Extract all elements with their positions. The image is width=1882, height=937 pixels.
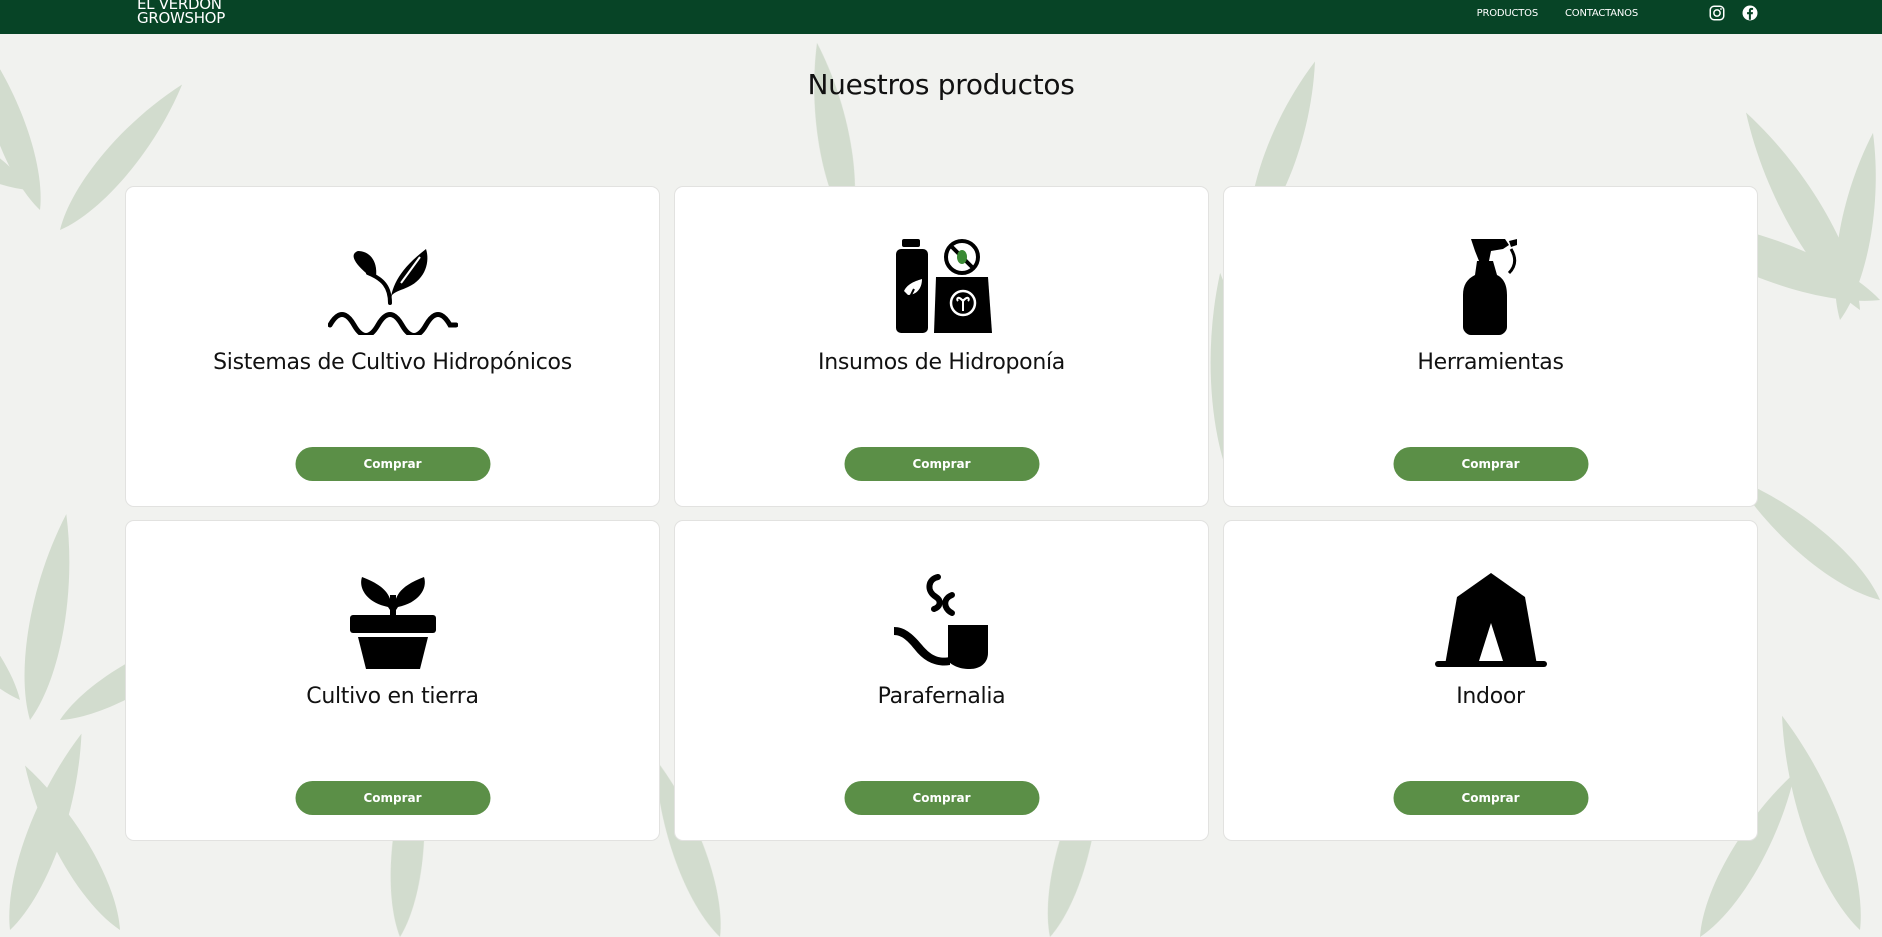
category-card-indoor: Indoor Comprar [1223, 520, 1758, 841]
instagram-icon[interactable] [1708, 4, 1726, 22]
comprar-button[interactable]: Comprar [844, 781, 1039, 815]
category-card-tierra: Cultivo en tierra Comprar [125, 520, 660, 841]
comprar-button[interactable]: Comprar [1393, 447, 1588, 481]
social-links [1708, 4, 1759, 22]
category-title: Indoor [1456, 684, 1525, 709]
pipe-icon [872, 569, 1012, 669]
comprar-button[interactable]: Comprar [295, 781, 490, 815]
category-grid: Sistemas de Cultivo Hidropónicos Comprar… [125, 186, 1758, 841]
comprar-button[interactable]: Comprar [295, 447, 490, 481]
brand-logo[interactable]: EL VERDON GROWSHOP [137, 0, 225, 27]
grow-tent-icon [1421, 569, 1561, 669]
page-title: Nuestros productos [807, 68, 1075, 101]
comprar-button[interactable]: Comprar [1393, 781, 1588, 815]
top-navbar: EL VERDON GROWSHOP PRODUCTOS CONTACTANOS [0, 0, 1882, 34]
category-card-insumos: Insumos de Hidroponía Comprar [674, 186, 1209, 507]
nutrients-icon [872, 235, 1012, 335]
category-title: Insumos de Hidroponía [818, 350, 1065, 375]
category-title: Parafernalia [877, 684, 1006, 709]
category-card-parafernalia: Parafernalia Comprar [674, 520, 1209, 841]
hydroponic-plant-icon [323, 235, 463, 335]
category-card-hidroponicos: Sistemas de Cultivo Hidropónicos Comprar [125, 186, 660, 507]
category-card-herramientas: Herramientas Comprar [1223, 186, 1758, 507]
main-nav: PRODUCTOS CONTACTANOS [1477, 8, 1639, 19]
category-title: Sistemas de Cultivo Hidropónicos [213, 350, 572, 375]
brand-line2: GROWSHOP [137, 9, 225, 27]
nav-link-contactanos[interactable]: CONTACTANOS [1565, 8, 1638, 19]
facebook-icon[interactable] [1741, 4, 1759, 22]
nav-link-productos[interactable]: PRODUCTOS [1477, 8, 1539, 19]
spray-bottle-icon [1421, 235, 1561, 335]
comprar-button[interactable]: Comprar [844, 447, 1039, 481]
category-title: Herramientas [1417, 350, 1564, 375]
potted-plant-icon [323, 569, 463, 669]
category-title: Cultivo en tierra [306, 684, 479, 709]
